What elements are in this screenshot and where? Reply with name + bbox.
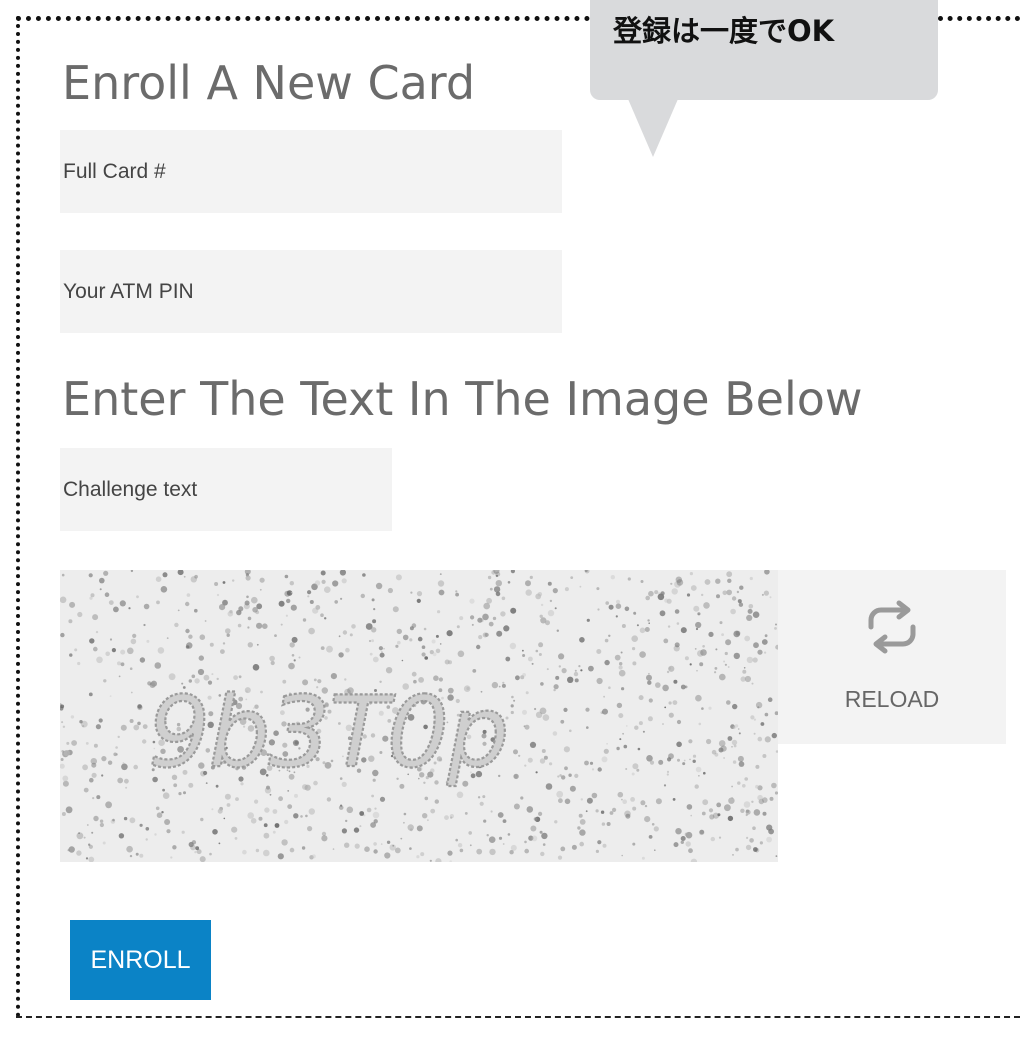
frame-border-bottom	[16, 1016, 1020, 1018]
captcha-heading: Enter The Text In The Image Below	[62, 372, 863, 426]
callout-pointer	[628, 99, 678, 157]
captcha-image: 9b3T0p	[60, 570, 778, 862]
enroll-card-heading: Enroll A New Card	[62, 56, 476, 110]
reload-label: RELOAD	[844, 686, 940, 712]
reload-captcha-button[interactable]: RELOAD	[778, 570, 1006, 744]
full-card-number-input[interactable]	[60, 130, 562, 213]
callout-text: 登録は一度でOK	[613, 14, 835, 48]
frame-border-left	[16, 16, 20, 1018]
captcha-text: 9b3T0p	[148, 676, 507, 790]
enroll-button[interactable]: ENROLL	[70, 920, 211, 1000]
frame-border-top-right	[938, 16, 1020, 21]
atm-pin-input[interactable]	[60, 250, 562, 333]
challenge-text-input[interactable]	[60, 448, 392, 531]
callout-bubble: 登録は一度でOK	[590, 0, 938, 100]
repeat-icon	[861, 600, 923, 659]
frame-border-top	[16, 16, 590, 21]
